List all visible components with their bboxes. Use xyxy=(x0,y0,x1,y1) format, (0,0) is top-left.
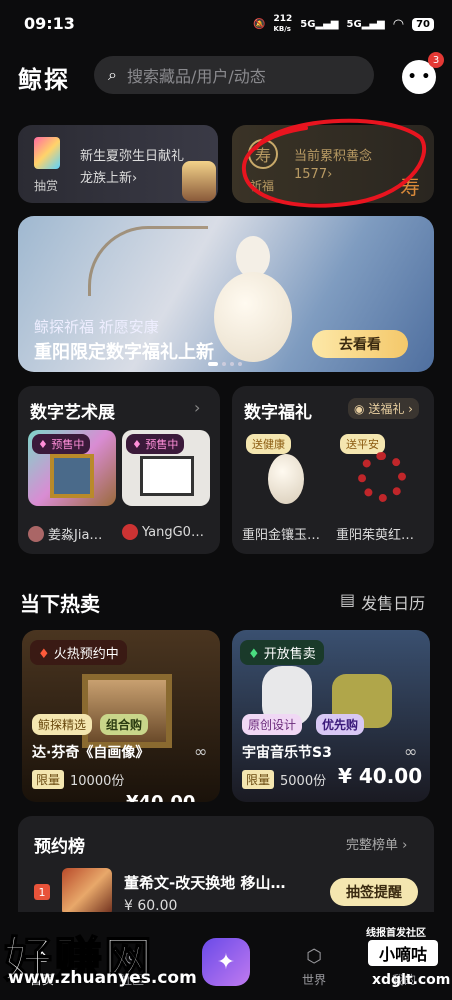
watermark-right-url: xdglt.com xyxy=(372,972,451,988)
flame-icon: ♦ xyxy=(132,438,142,451)
art-title: 数字艺术展 xyxy=(30,403,115,423)
tag-priority: 优先购 xyxy=(316,714,365,735)
gift-name-2[interactable]: 重阳茱萸红… xyxy=(336,524,414,543)
hot-name-1: 达·芬奇《自画像》 xyxy=(32,745,150,761)
watermark-left-url: www.zhuanyes.com xyxy=(8,968,197,988)
presale-tag: ♦ 预售中 xyxy=(32,434,91,454)
banner-line1: 鲸探祈福 祈愿安康 xyxy=(34,318,159,336)
lottery-sub: 龙族上新› xyxy=(80,171,138,186)
hot-price-1: ¥40.00 xyxy=(126,792,195,802)
lottery-card[interactable]: 抽赏 新生夏弥生日献礼 龙族上新› xyxy=(18,125,218,203)
presale-tag: ♦ 预售中 xyxy=(126,434,185,454)
limit-label: 限量 xyxy=(32,770,65,789)
signal-icon: 5G▂▄▆ xyxy=(300,18,339,30)
creator-1[interactable]: 姜淼Jia… xyxy=(28,524,102,543)
tag-combo: 组合购 xyxy=(100,714,149,735)
hot-name-2: 宇宙音乐节S3 xyxy=(242,745,332,761)
reserve-name: 董希文-改天换地 移山… xyxy=(124,874,286,892)
reserve-title: 预约榜 xyxy=(34,837,85,857)
tree-image xyxy=(88,226,208,296)
limit-count: 5000份 xyxy=(280,774,327,789)
app-logo: 鲸探 xyxy=(18,66,70,94)
cube-icon: ⬡ xyxy=(306,946,322,967)
banner-line2: 重阳限定数字福礼上新 xyxy=(34,342,214,363)
nav-world[interactable]: ⬡ 世界 xyxy=(302,946,326,988)
search-input[interactable]: ⌕ 搜索藏品/用户/动态 xyxy=(94,56,374,94)
lottery-label: 抽赏 xyxy=(34,179,59,193)
status-icons: 🔕 212 KB/s 5G▂▄▆ 5G▂▄▆ ◠ 70 xyxy=(253,14,434,34)
flame-icon: ♦ xyxy=(38,438,48,451)
link-icon: ∞ xyxy=(404,742,418,761)
full-list-link[interactable]: 完整榜单 › xyxy=(346,834,407,853)
hot-card-1[interactable]: ♦ 火热预约中 鲸探精选 组合购 达·芬奇《自画像》 ∞ 限量 10000份 ¥… xyxy=(22,630,220,802)
portrait-image xyxy=(82,674,172,748)
hot-card-2[interactable]: ♦ 开放售卖 原创设计 优先购 宇宙音乐节S3 ∞ 限量 5000份 ¥ 40.… xyxy=(232,630,430,802)
hot-price-2: ¥ 40.00 xyxy=(338,764,423,788)
banner-dots xyxy=(208,362,242,366)
hot-status: ♦ 火热预约中 xyxy=(30,640,127,665)
gift-item-2[interactable]: 送平安 xyxy=(336,430,424,506)
limit-count: 10000份 xyxy=(70,774,125,789)
limit-label: 限量 xyxy=(242,770,275,789)
lottery-remind-button[interactable]: 抽签提醒 xyxy=(330,878,418,906)
search-icon: ⌕ xyxy=(108,65,117,84)
promo-banner[interactable]: 鲸探祈福 祈愿安康 重阳限定数字福礼上新 去看看 xyxy=(18,216,434,372)
gift-item-1[interactable]: 送健康 xyxy=(242,430,330,506)
art-thumb-1[interactable]: ♦ 预售中 xyxy=(28,430,116,506)
seal-icon: ◉ xyxy=(354,402,365,416)
hot-status: ♦ 开放售卖 xyxy=(240,640,324,665)
banner-button[interactable]: 去看看 xyxy=(312,330,408,358)
lottery-icon xyxy=(34,137,60,169)
lottery-title: 新生夏弥生日献礼 xyxy=(80,149,185,164)
battery-icon: 70 xyxy=(412,17,434,31)
center-create-button[interactable]: ✦ xyxy=(202,938,250,986)
calendar-icon: ▤ xyxy=(340,590,356,609)
avatar xyxy=(28,525,44,542)
rank-badge: 1 xyxy=(34,884,50,900)
gift-tag: 送平安 xyxy=(340,434,385,454)
reserve-thumb xyxy=(62,868,112,916)
search-placeholder: 搜索藏品/用户/动态 xyxy=(126,67,266,86)
digital-gift-card[interactable]: 数字福礼 ◉ 送福礼 › 送健康 送平安 重阳金镶玉… 重阳茱萸红… xyxy=(232,386,434,554)
flame-icon: ♦ xyxy=(248,647,260,662)
signal-icon-2: 5G▂▄▆ xyxy=(346,18,385,30)
tag-original: 原创设计 xyxy=(242,714,303,735)
wifi-icon: ◠ xyxy=(392,16,405,32)
mute-icon: 🔕 xyxy=(252,18,266,30)
avatar xyxy=(122,524,138,540)
creator-2[interactable]: YangG0… xyxy=(122,524,204,540)
reserve-board[interactable]: 预约榜 完整榜单 › 1 董希文-改天换地 移山… ¥ 60.00 抽签提醒 xyxy=(18,816,434,926)
gift-tag: 送健康 xyxy=(246,434,291,454)
tag-selected: 鲸探精选 xyxy=(32,714,93,735)
net-speed: 212 KB/s xyxy=(273,14,293,33)
hot-title: 当下热卖 xyxy=(20,592,100,616)
link-icon: ∞ xyxy=(194,742,208,761)
chevron-right-icon: › xyxy=(194,398,201,417)
bracelet-image xyxy=(358,452,406,502)
watermark-right-top: 线报首发社区 xyxy=(366,928,426,939)
art-thumb-2[interactable]: ♦ 预售中 xyxy=(122,430,210,506)
watermark-right-badge: 小嘀咕 xyxy=(368,940,438,966)
gift-name-1[interactable]: 重阳金镶玉… xyxy=(242,524,320,543)
gourd-image xyxy=(268,454,304,504)
status-bar: 09:13 🔕 212 KB/s 5G▂▄▆ 5G▂▄▆ ◠ 70 xyxy=(0,0,452,48)
flame-icon: ♦ xyxy=(38,647,50,662)
top-bar: 鲸探 ⌕ 搜索藏品/用户/动态 • • xyxy=(0,48,452,106)
send-gift-pill[interactable]: ◉ 送福礼 › xyxy=(348,398,419,419)
character-image xyxy=(182,161,216,201)
status-time: 09:13 xyxy=(24,14,75,33)
message-badge: 3 xyxy=(428,52,444,68)
art-exhibition-card[interactable]: 数字艺术展 › ♦ 预售中 ♦ 预售中 姜淼Jia… YangG0… xyxy=(18,386,220,554)
red-annotation-circle xyxy=(241,118,427,208)
gift-title: 数字福礼 xyxy=(244,403,312,423)
sale-calendar-link[interactable]: ▤ 发售日历 xyxy=(340,590,425,614)
gourd-image xyxy=(208,236,298,366)
